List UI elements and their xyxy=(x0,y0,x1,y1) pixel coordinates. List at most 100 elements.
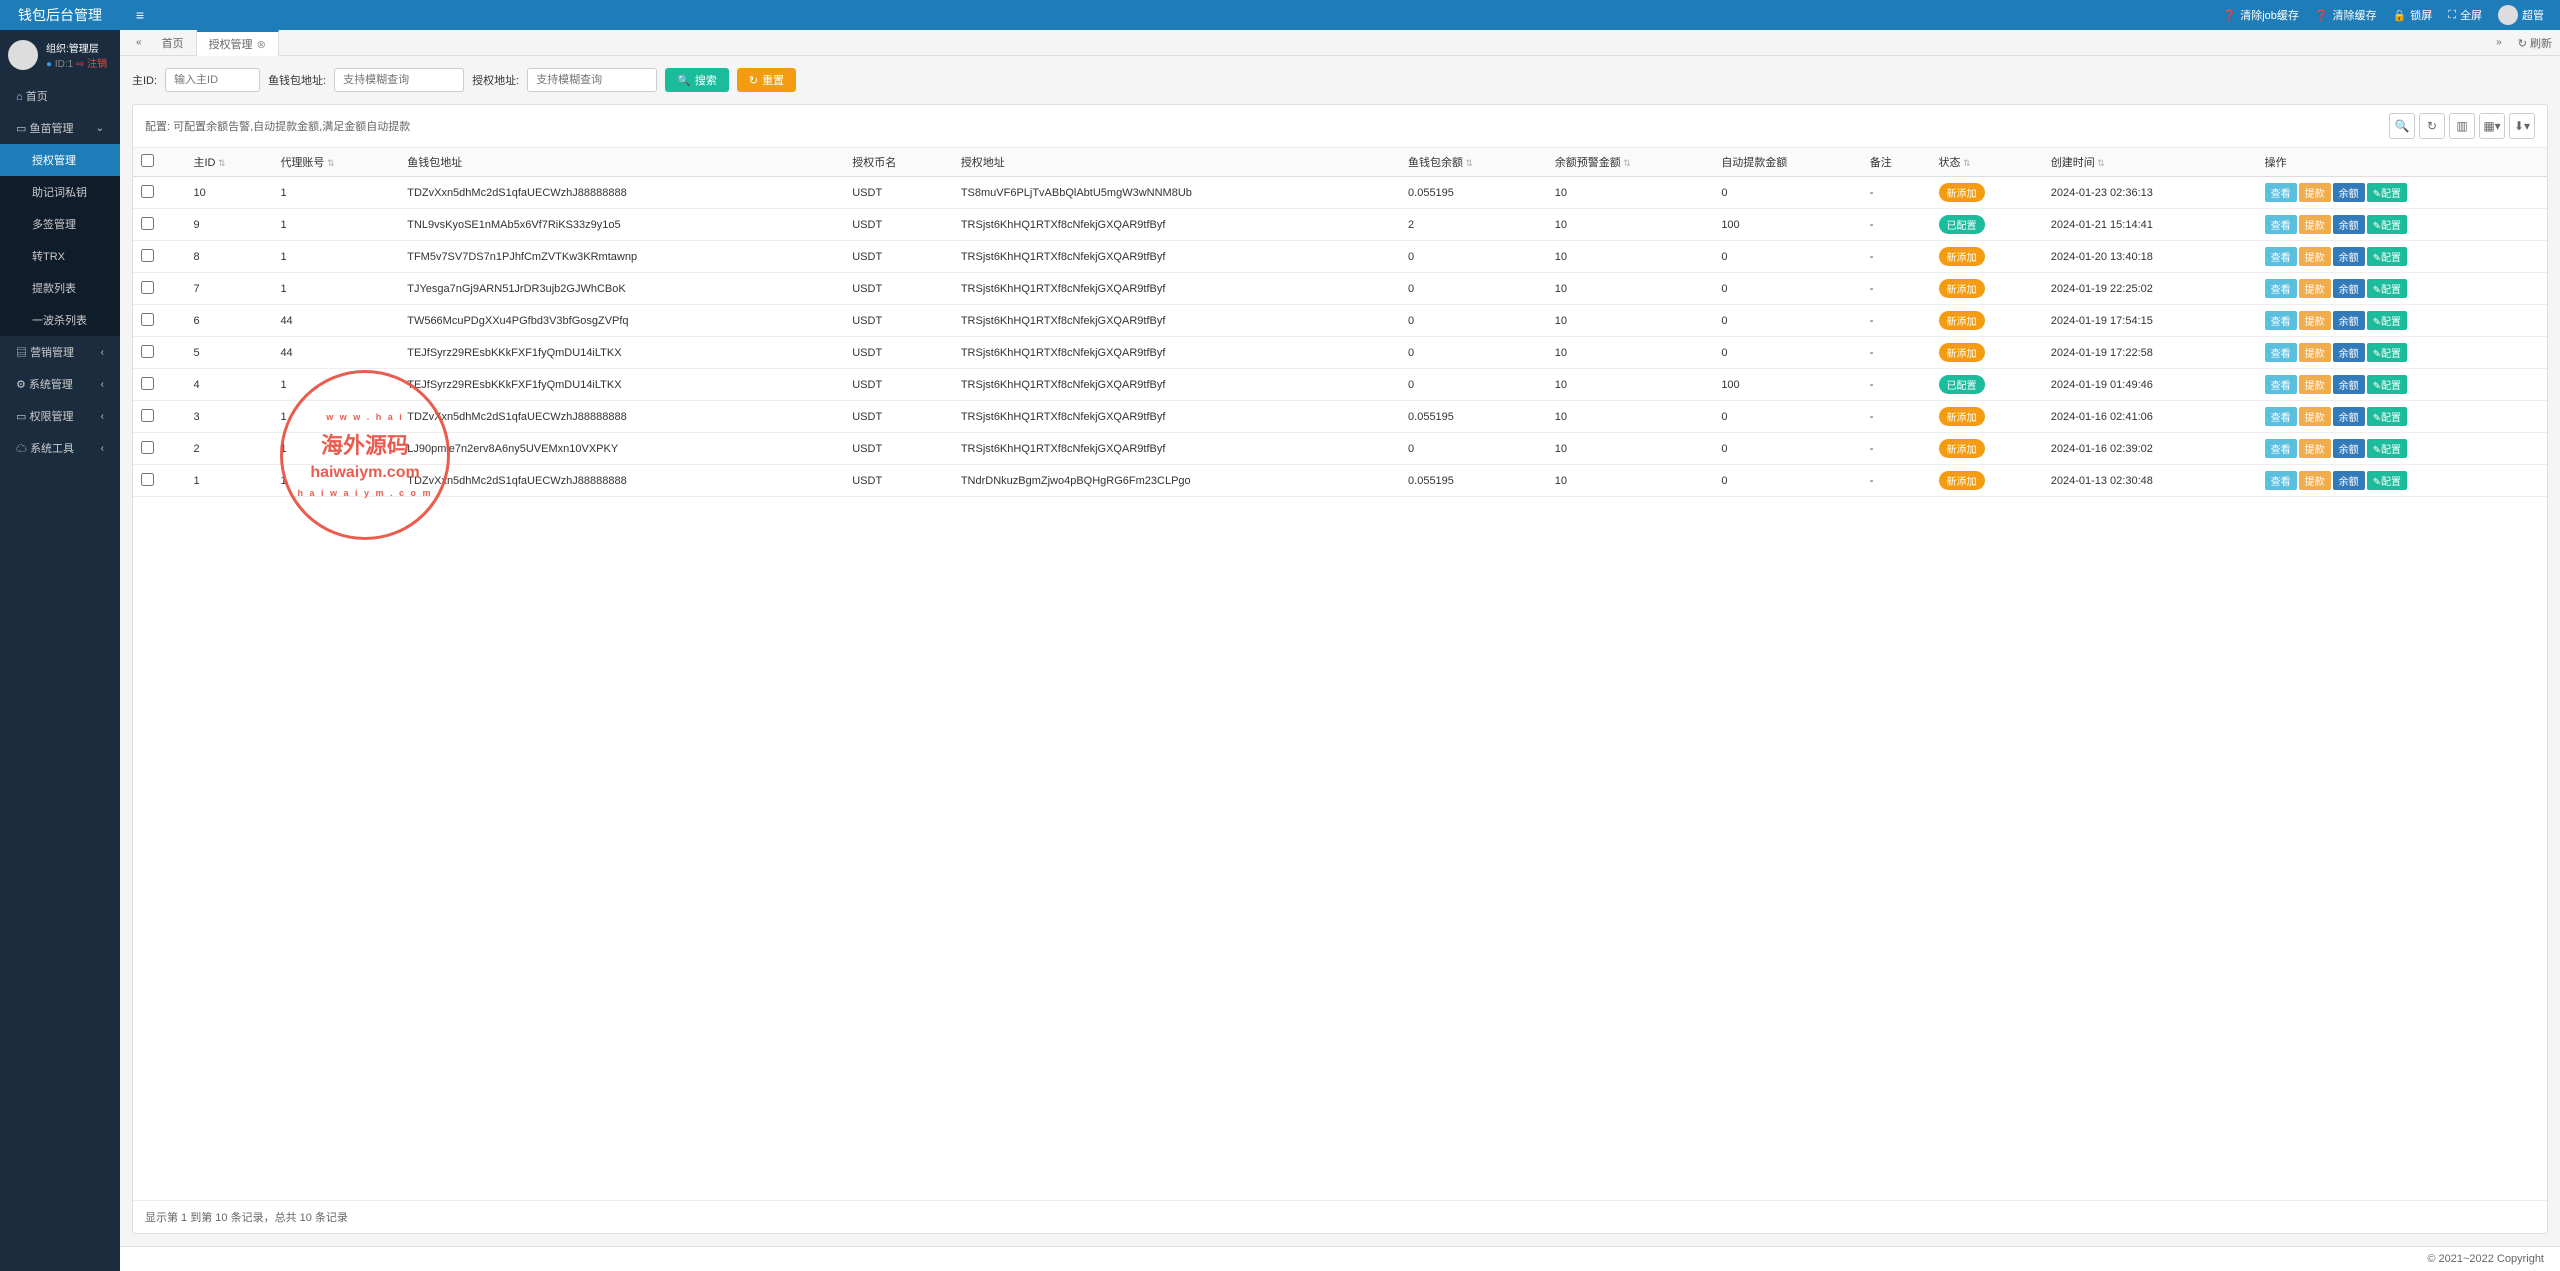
balance-button[interactable]: 余额 xyxy=(2333,375,2365,394)
sidebar-item-system[interactable]: ⚙ 系统管理‹ xyxy=(0,368,120,400)
withdraw-button[interactable]: 提款 xyxy=(2299,407,2331,426)
view-button[interactable]: 查看 xyxy=(2265,215,2297,234)
sidebar-item-trx[interactable]: 转TRX xyxy=(0,240,120,272)
withdraw-button[interactable]: 提款 xyxy=(2299,471,2331,490)
config-button[interactable]: ✎配置 xyxy=(2367,279,2407,298)
sidebar-item-mnemonic[interactable]: 助记词私钥 xyxy=(0,176,120,208)
config-button[interactable]: ✎配置 xyxy=(2367,407,2407,426)
fish-addr-input[interactable] xyxy=(334,68,464,92)
tab-auth[interactable]: 授权管理⊗ xyxy=(197,30,279,56)
row-checkbox[interactable] xyxy=(141,185,154,198)
balance-button[interactable]: 余额 xyxy=(2333,471,2365,490)
fullscreen-link[interactable]: ⛶全屏 xyxy=(2448,7,2482,23)
sidebar-item-permission[interactable]: ▭ 权限管理‹ xyxy=(0,400,120,432)
view-button[interactable]: 查看 xyxy=(2265,343,2297,362)
withdraw-button[interactable]: 提款 xyxy=(2299,343,2331,362)
lock-screen-link[interactable]: 🔒锁屏 xyxy=(2393,7,2433,23)
clear-cache-link[interactable]: ❓清除缓存 xyxy=(2315,7,2377,23)
tab-next-icon[interactable]: » xyxy=(2488,37,2510,48)
config-button[interactable]: ✎配置 xyxy=(2367,343,2407,362)
config-button[interactable]: ✎配置 xyxy=(2367,247,2407,266)
cell-actions: 查看提款余额✎配置 xyxy=(2257,209,2547,241)
config-button[interactable]: ✎配置 xyxy=(2367,311,2407,330)
row-checkbox[interactable] xyxy=(141,441,154,454)
view-button[interactable]: 查看 xyxy=(2265,375,2297,394)
balance-button[interactable]: 余额 xyxy=(2333,311,2365,330)
view-button[interactable]: 查看 xyxy=(2265,471,2297,490)
withdraw-button[interactable]: 提款 xyxy=(2299,279,2331,298)
config-button[interactable]: ✎配置 xyxy=(2367,471,2407,490)
fish-addr-label: 鱼钱包地址: xyxy=(268,72,326,88)
th-action: 操作 xyxy=(2257,148,2547,177)
th-time[interactable]: 创建时间 xyxy=(2043,148,2257,177)
user-info: 组织:管理层 ● ID:1 ⇨ 注销 xyxy=(0,30,120,80)
th-status[interactable]: 状态 xyxy=(1931,148,2043,177)
hamburger-icon[interactable]: ≡ xyxy=(120,7,160,23)
main-id-input[interactable] xyxy=(165,68,260,92)
tab-prev-icon[interactable]: « xyxy=(128,37,150,48)
row-checkbox[interactable] xyxy=(141,409,154,422)
toolbar-refresh-icon[interactable]: ↻ xyxy=(2419,113,2445,139)
close-icon[interactable]: ⊗ xyxy=(257,39,266,51)
cell-time: 2024-01-20 13:40:18 xyxy=(2043,241,2257,273)
config-button[interactable]: ✎配置 xyxy=(2367,375,2407,394)
refresh-tab-link[interactable]: ↻ 刷新 xyxy=(2518,35,2552,51)
toolbar-columns-icon[interactable]: ▦▾ xyxy=(2479,113,2505,139)
toolbar-export-icon[interactable]: ⬇▾ xyxy=(2509,113,2535,139)
balance-button[interactable]: 余额 xyxy=(2333,215,2365,234)
view-button[interactable]: 查看 xyxy=(2265,183,2297,202)
balance-button[interactable]: 余额 xyxy=(2333,343,2365,362)
withdraw-button[interactable]: 提款 xyxy=(2299,247,2331,266)
sidebar-item-fish[interactable]: ▭ 鱼苗管理⌄ xyxy=(0,112,120,144)
toolbar-toggle-icon[interactable]: ▥ xyxy=(2449,113,2475,139)
view-button[interactable]: 查看 xyxy=(2265,407,2297,426)
cell-fish-addr: TDZvXxn5dhMc2dS1qfaUECWzhJ88888888 xyxy=(399,401,844,433)
select-all-checkbox[interactable] xyxy=(141,154,154,167)
withdraw-button[interactable]: 提款 xyxy=(2299,311,2331,330)
auth-addr-input[interactable] xyxy=(527,68,657,92)
config-button[interactable]: ✎配置 xyxy=(2367,183,2407,202)
withdraw-button[interactable]: 提款 xyxy=(2299,183,2331,202)
row-checkbox[interactable] xyxy=(141,473,154,486)
sidebar-item-tools[interactable]: ☁ 系统工具‹ xyxy=(0,432,120,464)
withdraw-button[interactable]: 提款 xyxy=(2299,215,2331,234)
row-checkbox[interactable] xyxy=(141,313,154,326)
th-alert[interactable]: 余额预警金额 xyxy=(1547,148,1714,177)
sidebar-item-multisig[interactable]: 多签管理 xyxy=(0,208,120,240)
th-balance[interactable]: 鱼钱包余额 xyxy=(1400,148,1547,177)
row-checkbox[interactable] xyxy=(141,377,154,390)
chevron-left-icon: ‹ xyxy=(101,379,104,390)
clear-job-cache-link[interactable]: ❓清除job缓存 xyxy=(2223,7,2299,23)
config-button[interactable]: ✎配置 xyxy=(2367,215,2407,234)
th-agent[interactable]: 代理账号 xyxy=(272,148,399,177)
row-checkbox[interactable] xyxy=(141,217,154,230)
th-main-id[interactable]: 主ID xyxy=(185,148,272,177)
balance-button[interactable]: 余额 xyxy=(2333,183,2365,202)
logout-link[interactable]: ⇨ 注销 xyxy=(76,59,107,70)
search-button[interactable]: 🔍搜索 xyxy=(665,68,729,92)
logo: 钱包后台管理 xyxy=(0,5,120,25)
sidebar-item-marketing[interactable]: ▤ 营销管理‹ xyxy=(0,336,120,368)
view-button[interactable]: 查看 xyxy=(2265,279,2297,298)
balance-button[interactable]: 余额 xyxy=(2333,279,2365,298)
balance-button[interactable]: 余额 xyxy=(2333,247,2365,266)
view-button[interactable]: 查看 xyxy=(2265,439,2297,458)
row-checkbox[interactable] xyxy=(141,249,154,262)
config-button[interactable]: ✎配置 xyxy=(2367,439,2407,458)
view-button[interactable]: 查看 xyxy=(2265,311,2297,330)
row-checkbox[interactable] xyxy=(141,281,154,294)
sidebar-item-wave[interactable]: 一波杀列表 xyxy=(0,304,120,336)
withdraw-button[interactable]: 提款 xyxy=(2299,439,2331,458)
reset-button[interactable]: ↻重置 xyxy=(737,68,796,92)
sidebar-item-withdraw-list[interactable]: 提款列表 xyxy=(0,272,120,304)
sidebar-item-home[interactable]: ⌂ 首页 xyxy=(0,80,120,112)
toolbar-search-icon[interactable]: 🔍 xyxy=(2389,113,2415,139)
user-menu[interactable]: 超管 xyxy=(2498,5,2544,25)
sidebar-item-auth[interactable]: 授权管理 xyxy=(0,144,120,176)
balance-button[interactable]: 余额 xyxy=(2333,407,2365,426)
withdraw-button[interactable]: 提款 xyxy=(2299,375,2331,394)
row-checkbox[interactable] xyxy=(141,345,154,358)
view-button[interactable]: 查看 xyxy=(2265,247,2297,266)
balance-button[interactable]: 余额 xyxy=(2333,439,2365,458)
tab-home[interactable]: 首页 xyxy=(150,31,197,55)
